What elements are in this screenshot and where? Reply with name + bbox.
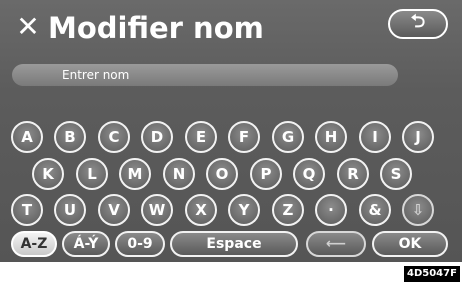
key-j[interactable]: J	[402, 121, 434, 153]
key-r[interactable]: R	[337, 158, 369, 190]
figure-code: 4D5047F	[404, 266, 460, 282]
key-i[interactable]: I	[359, 121, 391, 153]
key-v[interactable]: V	[98, 194, 130, 226]
key-ampersand[interactable]: &	[359, 194, 391, 226]
key-w[interactable]: W	[141, 194, 173, 226]
key-h[interactable]: H	[315, 121, 347, 153]
key-f[interactable]: F	[228, 121, 260, 153]
key-more-down-icon[interactable]: ⇩	[402, 194, 434, 226]
mode-digits-button[interactable]: 0-9	[115, 231, 165, 257]
key-u[interactable]: U	[54, 194, 86, 226]
key-e[interactable]: E	[185, 121, 217, 153]
key-n[interactable]: N	[163, 158, 195, 190]
key-c[interactable]: C	[98, 121, 130, 153]
keyboard: A B C D E F G H I J K L M N O P Q R S T …	[0, 0, 462, 262]
key-m[interactable]: M	[119, 158, 151, 190]
key-dot[interactable]: ·	[315, 194, 347, 226]
backspace-arrow-icon: ⟵	[325, 236, 347, 252]
key-d[interactable]: D	[141, 121, 173, 153]
key-z[interactable]: Z	[272, 194, 304, 226]
key-b[interactable]: B	[54, 121, 86, 153]
key-x[interactable]: X	[185, 194, 217, 226]
key-k[interactable]: K	[32, 158, 64, 190]
key-l[interactable]: L	[76, 158, 108, 190]
ok-button[interactable]: OK	[372, 231, 448, 257]
key-t[interactable]: T	[11, 194, 43, 226]
key-p[interactable]: P	[250, 158, 282, 190]
delete-button[interactable]: ⟵	[306, 231, 366, 257]
mode-accent-button[interactable]: Á-Ý	[62, 231, 110, 257]
key-y[interactable]: Y	[228, 194, 260, 226]
mode-az-button[interactable]: A-Z	[11, 231, 57, 257]
space-button[interactable]: Espace	[170, 231, 298, 257]
key-g[interactable]: G	[272, 121, 304, 153]
key-a[interactable]: A	[11, 121, 43, 153]
key-o[interactable]: O	[206, 158, 238, 190]
key-q[interactable]: Q	[293, 158, 325, 190]
key-s[interactable]: S	[380, 158, 412, 190]
screen: ✕ Modifier nom ⮌ A B C D E F G H I J K L…	[0, 0, 462, 262]
